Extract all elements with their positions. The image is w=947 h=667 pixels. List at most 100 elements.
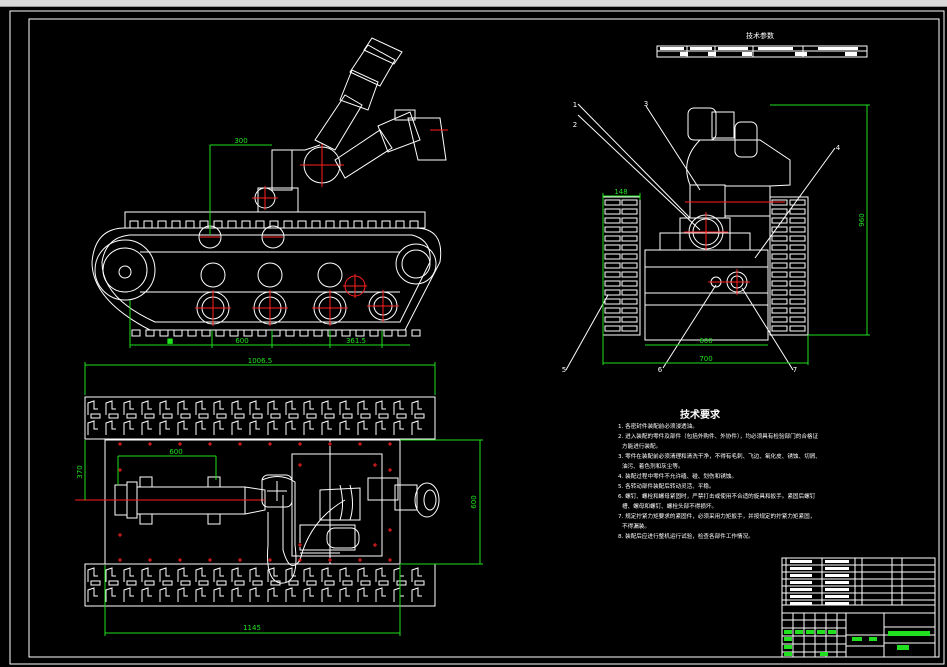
track-pin [342, 580, 353, 586]
track-shoe [231, 587, 242, 602]
track-shoe [604, 244, 621, 251]
track-pin [144, 580, 155, 586]
title-cell-text [790, 588, 812, 591]
track-link [257, 329, 267, 337]
track-shoe [604, 307, 621, 314]
track-shoe [105, 587, 116, 602]
track-shoe [303, 567, 314, 582]
track-shoe [789, 298, 806, 305]
track-pin [252, 413, 263, 419]
title-cell-text [825, 588, 849, 591]
track-shoe [789, 235, 806, 242]
requirements-title: 技术要求 [680, 408, 721, 421]
track-link [185, 220, 195, 229]
track-shoe [303, 587, 314, 602]
track-link [313, 329, 323, 337]
track-link [143, 220, 153, 229]
track-link [395, 220, 405, 229]
track-shoe [375, 567, 386, 582]
track-shoe [321, 587, 332, 602]
track-shoe [357, 400, 368, 415]
track-shoe [141, 587, 152, 602]
track-pin [252, 580, 263, 586]
track-shoe [141, 567, 152, 582]
track-shoe [267, 567, 278, 582]
track-shoe [339, 567, 350, 582]
parameter-table: 技术参数 [656, 31, 868, 58]
leader-label-2: 2 [573, 121, 577, 129]
track-shoe [87, 587, 98, 602]
track-link [283, 220, 293, 229]
track-shoe [604, 271, 621, 278]
track-shoe [213, 567, 224, 582]
track-shoe [621, 199, 638, 206]
track-shoe [249, 587, 260, 602]
track-shoe [285, 587, 296, 602]
track-shoe [177, 567, 188, 582]
track-link [311, 220, 321, 229]
track-shoe [789, 208, 806, 215]
track-shoe [393, 587, 404, 602]
track-shoe [321, 400, 332, 415]
riser-pipe [271, 149, 293, 191]
track-shoe [771, 316, 788, 323]
title-cell-text [825, 595, 849, 598]
leader-label-3: 3 [644, 100, 648, 108]
track-shoe [604, 316, 621, 323]
track-shoe [357, 587, 368, 602]
title-block [781, 557, 936, 658]
dim-front-overall: 700 [699, 355, 712, 363]
track-link [367, 220, 377, 229]
track-shoe [621, 289, 638, 296]
track-shoe [357, 567, 368, 582]
track-link [129, 220, 139, 229]
track-shoe [621, 325, 638, 332]
track-shoe [267, 400, 278, 415]
track-shoe [177, 400, 188, 415]
track-link [369, 329, 379, 337]
motor [724, 185, 771, 217]
track-shoe [141, 400, 152, 415]
track-shoe [105, 420, 116, 435]
track-shoe [621, 307, 638, 314]
side-view: 300 ■ 600 361.5 1006.5 [84, 37, 448, 395]
track-shoe [789, 244, 806, 251]
track-pin [270, 413, 281, 419]
track-shoe [321, 567, 332, 582]
track-pin [288, 580, 299, 586]
track-link [229, 329, 239, 337]
track-shoe [303, 420, 314, 435]
track-shoe [771, 244, 788, 251]
track-shoe [621, 244, 638, 251]
nozzle-head [414, 482, 440, 518]
u-pipe [261, 476, 297, 584]
track-pin [378, 580, 389, 586]
track-shoe [621, 280, 638, 287]
track-link [325, 220, 335, 229]
track-pin [360, 580, 371, 586]
track-shoe [789, 280, 806, 287]
track-shoe [249, 420, 260, 435]
track-shoe [159, 567, 170, 582]
track-shoe [621, 235, 638, 242]
track-shoe [267, 587, 278, 602]
dim-front-height: 960 [858, 213, 866, 226]
cad-drawing[interactable]: 技术参数 300 ■ 600 361.5 1006.5 600 370 600 … [0, 0, 947, 667]
title-green-text [784, 645, 792, 649]
dim-top-width: 370 [76, 465, 84, 478]
track-shoe [393, 400, 404, 415]
track-pin [306, 580, 317, 586]
track-pin [324, 580, 335, 586]
track-shoe [621, 298, 638, 305]
track-shoe [411, 400, 422, 415]
track-pin [126, 580, 137, 586]
track-shoe [789, 253, 806, 260]
track-shoe [249, 400, 260, 415]
track-pin [414, 413, 425, 419]
track-shoe [771, 217, 788, 224]
requirement-line: 不得漏装。 [622, 522, 650, 530]
leader-label-1: 1 [573, 101, 577, 109]
track-shoe [231, 567, 242, 582]
nozzle-lower [334, 109, 447, 179]
title-cell-text [790, 567, 812, 570]
